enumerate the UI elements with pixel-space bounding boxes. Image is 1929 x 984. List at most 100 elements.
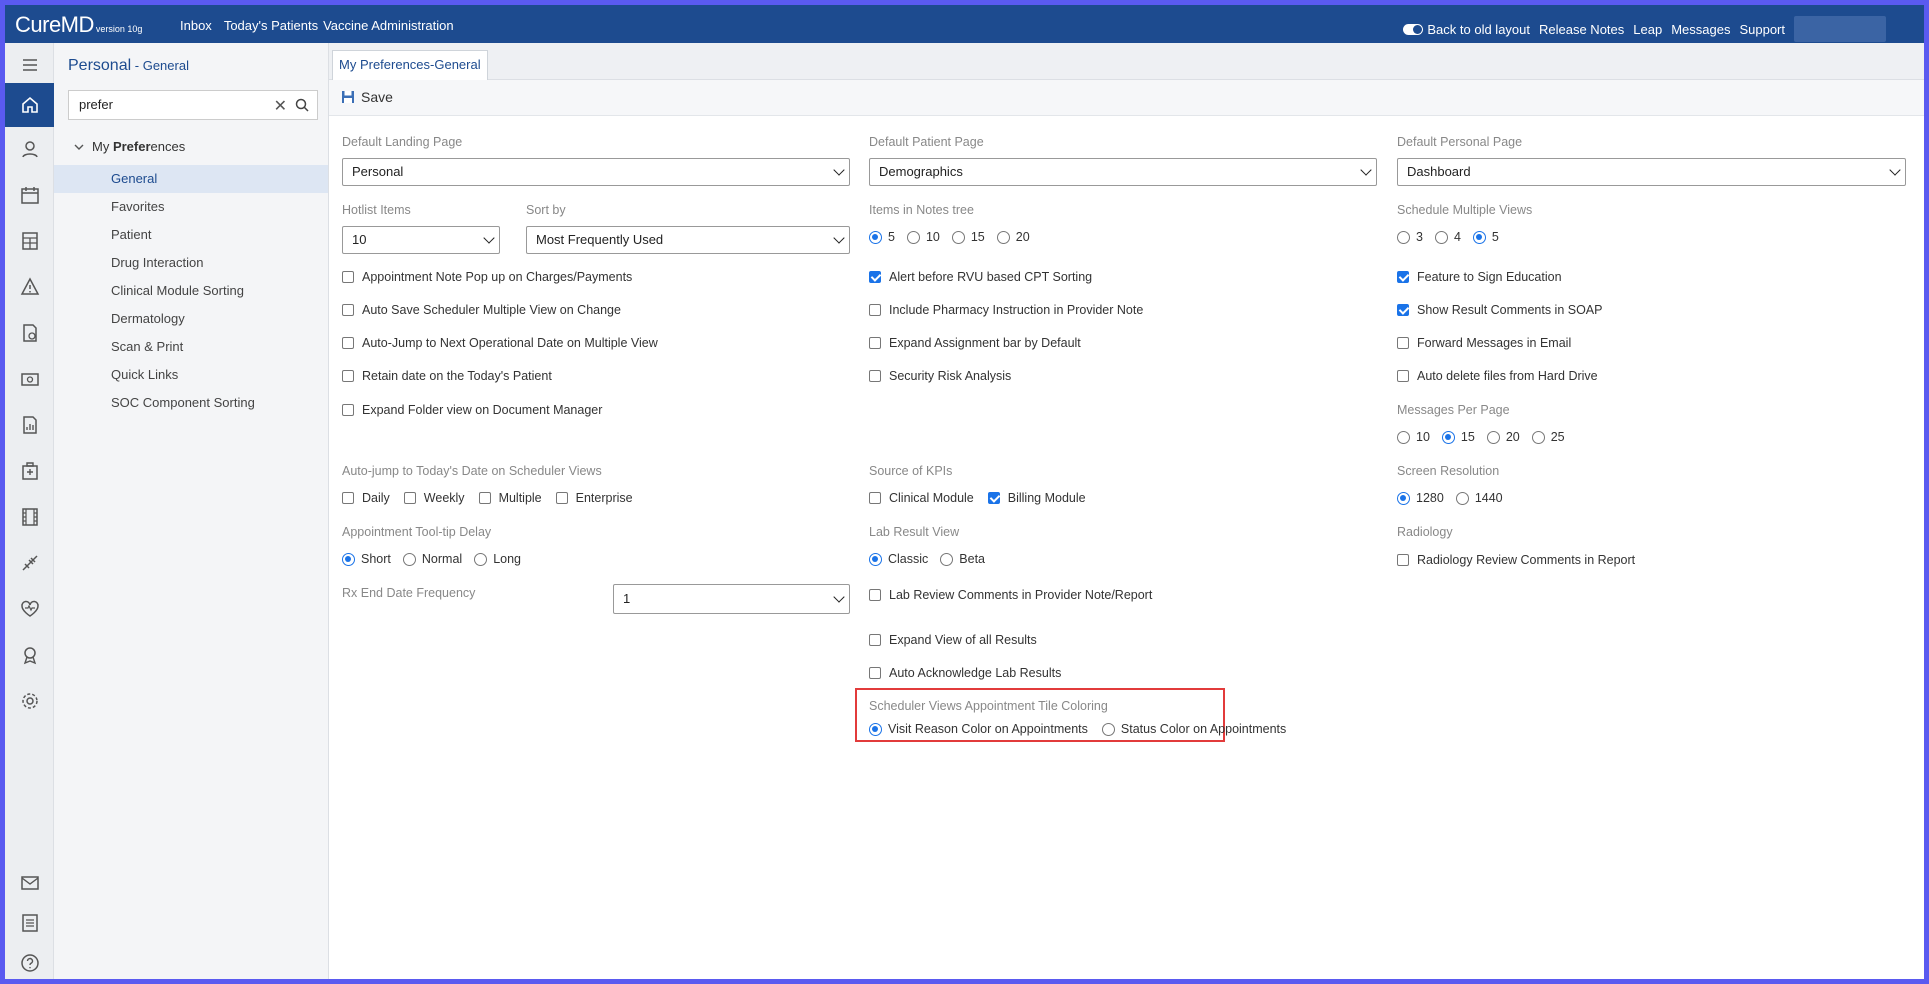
sidebar-item-patient[interactable]: Patient — [54, 221, 328, 249]
film-icon[interactable] — [5, 495, 54, 539]
checkbox-icon[interactable] — [1397, 370, 1409, 382]
link-support[interactable]: Support — [1739, 22, 1785, 37]
check-expand-assignment-bar[interactable]: Expand Assignment bar by Default — [869, 336, 1081, 350]
nav-vaccine-administration[interactable]: Vaccine Administration — [323, 18, 454, 33]
radio-icon[interactable] — [1441, 430, 1455, 444]
chevron-down-icon[interactable] — [74, 142, 84, 152]
checkbox-icon[interactable] — [342, 304, 354, 316]
personal-page-select[interactable]: Dashboard — [1397, 158, 1906, 186]
autojump-weekly[interactable]: Weekly — [403, 491, 465, 505]
radio-icon[interactable] — [1472, 230, 1486, 244]
checkbox-icon[interactable] — [342, 492, 354, 504]
search-field[interactable]: ✕ — [68, 90, 318, 120]
resolution-option-1280[interactable]: 1280 — [1397, 491, 1444, 505]
radio-icon[interactable] — [474, 552, 488, 566]
radio-icon[interactable] — [996, 230, 1010, 244]
sidebar-item-dermatology[interactable]: Dermatology — [54, 305, 328, 333]
search-input[interactable] — [79, 97, 259, 112]
check-auto-jump-next-date[interactable]: Auto-Jump to Next Operational Date on Mu… — [342, 336, 658, 350]
nav-todays-patients[interactable]: Today's Patients — [224, 18, 318, 33]
sidebar-item-soc-component-sorting[interactable]: SOC Component Sorting — [54, 389, 328, 417]
checkbox-icon[interactable] — [1397, 271, 1409, 283]
messages-option-25[interactable]: 25 — [1531, 430, 1565, 444]
tree-root-my-preferences[interactable]: My Preferences — [74, 139, 185, 154]
home-icon[interactable] — [5, 83, 54, 127]
checkbox-icon[interactable] — [869, 370, 881, 382]
sched-views-option-3[interactable]: 3 — [1397, 230, 1423, 244]
user-avatar[interactable] — [1794, 16, 1886, 42]
sidebar-item-quick-links[interactable]: Quick Links — [54, 361, 328, 389]
checkbox-icon[interactable] — [478, 492, 491, 504]
radio-icon[interactable] — [1486, 430, 1500, 444]
lab-result-beta[interactable]: Beta — [940, 552, 985, 566]
money-icon[interactable] — [5, 357, 54, 401]
check-auto-save-scheduler[interactable]: Auto Save Scheduler Multiple View on Cha… — [342, 303, 621, 317]
checkbox-icon[interactable] — [342, 404, 354, 416]
autojump-multiple[interactable]: Multiple — [478, 491, 542, 505]
checkbox-icon[interactable] — [869, 492, 881, 504]
checkbox-icon[interactable] — [869, 589, 881, 601]
back-to-old-layout[interactable]: Back to old layout — [1403, 22, 1530, 37]
rx-end-select[interactable]: 1 — [613, 584, 850, 614]
radio-icon[interactable] — [906, 230, 920, 244]
sidebar-item-drug-interaction[interactable]: Drug Interaction — [54, 249, 328, 277]
checkbox-icon[interactable] — [987, 492, 1000, 504]
check-retain-date[interactable]: Retain date on the Today's Patient — [342, 369, 552, 383]
radio-icon[interactable] — [402, 552, 416, 566]
messages-option-10[interactable]: 10 — [1397, 430, 1430, 444]
notes-tree-option-5[interactable]: 5 — [869, 230, 895, 244]
award-icon[interactable] — [5, 633, 54, 677]
check-auto-acknowledge-lab[interactable]: Auto Acknowledge Lab Results — [869, 666, 1061, 680]
hospital-icon[interactable] — [5, 449, 54, 493]
toggle-icon[interactable] — [1403, 23, 1424, 35]
patient-page-select[interactable]: Demographics — [869, 158, 1377, 186]
radio-icon[interactable] — [1397, 491, 1410, 505]
sidebar-item-scan-print[interactable]: Scan & Print — [54, 333, 328, 361]
checkbox-icon[interactable] — [869, 304, 881, 316]
notes-tree-option-20[interactable]: 20 — [996, 230, 1030, 244]
radio-icon[interactable] — [1434, 230, 1448, 244]
heart-pulse-icon[interactable] — [5, 587, 54, 631]
radio-icon[interactable] — [869, 722, 882, 736]
check-lab-review-comments[interactable]: Lab Review Comments in Provider Note/Rep… — [869, 588, 1152, 602]
logo[interactable]: CureMD version 10g — [15, 12, 142, 38]
check-expand-folder-view[interactable]: Expand Folder view on Document Manager — [342, 403, 602, 417]
patient-icon[interactable] — [5, 127, 54, 171]
table-icon[interactable] — [5, 219, 54, 263]
dna-icon[interactable] — [5, 541, 54, 585]
check-appointment-note-popup[interactable]: Appointment Note Pop up on Charges/Payme… — [342, 270, 632, 284]
help-icon[interactable] — [5, 941, 54, 979]
sortby-select[interactable]: Most Frequently Used — [526, 226, 850, 254]
autojump-daily[interactable]: Daily — [342, 491, 390, 505]
check-expand-all-results[interactable]: Expand View of all Results — [869, 633, 1037, 647]
report-icon[interactable] — [5, 403, 54, 447]
hotlist-select[interactable]: 10 — [342, 226, 500, 254]
radio-icon[interactable] — [869, 552, 882, 566]
sched-views-option-4[interactable]: 4 — [1434, 230, 1461, 244]
checkbox-icon[interactable] — [869, 337, 881, 349]
link-leap[interactable]: Leap — [1633, 22, 1662, 37]
resolution-option-1440[interactable]: 1440 — [1455, 491, 1503, 505]
checkbox-icon[interactable] — [1397, 304, 1409, 316]
tooltip-short[interactable]: Short — [342, 552, 391, 566]
messages-option-20[interactable]: 20 — [1486, 430, 1520, 444]
check-radiology-review[interactable]: Radiology Review Comments in Report — [1397, 553, 1635, 567]
check-forward-messages-email[interactable]: Forward Messages in Email — [1397, 336, 1571, 350]
save-button[interactable]: Save — [341, 89, 393, 105]
lab-result-classic[interactable]: Classic — [869, 552, 928, 566]
radio-icon[interactable] — [869, 230, 882, 244]
check-feature-sign-education[interactable]: Feature to Sign Education — [1397, 270, 1562, 284]
checkbox-icon[interactable] — [1397, 554, 1409, 566]
checkbox-icon[interactable] — [869, 271, 881, 283]
checkbox-icon[interactable] — [555, 492, 568, 504]
radio-icon[interactable] — [1397, 230, 1410, 244]
radio-icon[interactable] — [940, 552, 954, 566]
sidebar-item-general[interactable]: General — [54, 165, 328, 193]
calendar-icon[interactable] — [5, 173, 54, 217]
checkbox-icon[interactable] — [403, 492, 416, 504]
radio-icon[interactable] — [1101, 722, 1115, 736]
alert-icon[interactable] — [5, 265, 54, 309]
check-security-risk-analysis[interactable]: Security Risk Analysis — [869, 369, 1011, 383]
menu-icon[interactable] — [5, 43, 54, 87]
radio-icon[interactable] — [1455, 491, 1469, 505]
